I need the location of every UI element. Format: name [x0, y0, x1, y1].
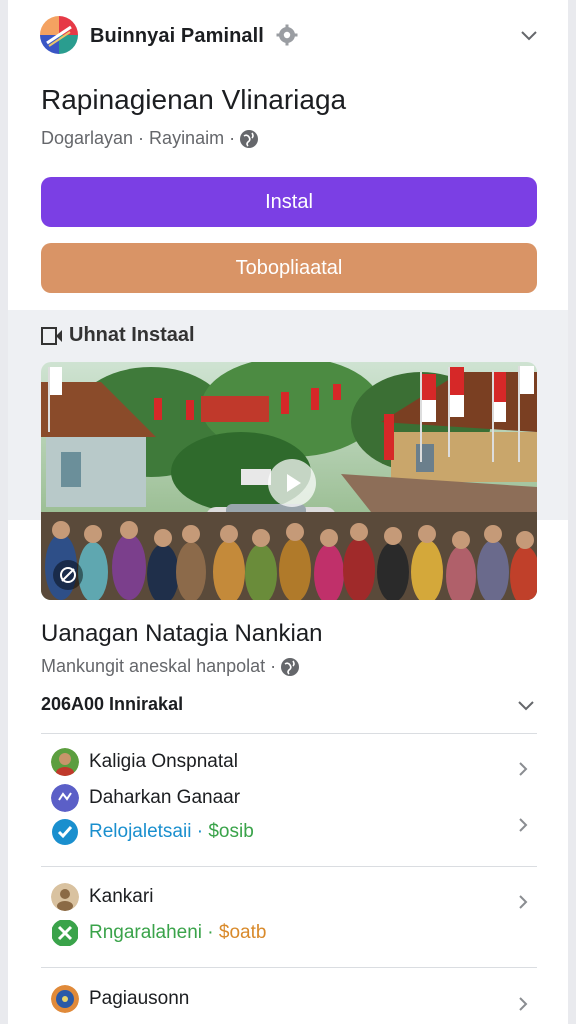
globe-icon	[240, 129, 259, 148]
post-meta-text: Mankungit aneskal hanpolat ·	[41, 656, 277, 676]
post-meta: Mankungit aneskal hanpolat ·	[41, 656, 300, 677]
list-item[interactable]: Kaligia Onspnatal Daharkan Ganaar Reloja…	[41, 745, 537, 855]
chevron-right-icon[interactable]	[513, 892, 533, 912]
page-subtitle: Dogarlayan · Rayinaim ·	[41, 128, 259, 149]
video-player[interactable]	[41, 362, 537, 600]
list-item[interactable]: Kankari Rngaralaheni · $oatb	[41, 880, 537, 956]
list-line-text: Kankari	[89, 886, 154, 907]
divider	[41, 967, 537, 968]
section-heading: Uhnat Instaal	[41, 324, 195, 347]
list-line: Kankari	[51, 882, 153, 912]
status-text: Rngaralaheni	[89, 922, 203, 943]
list-line: Rngaralaheni · $oatb	[51, 918, 266, 948]
chevron-right-icon[interactable]	[513, 759, 533, 779]
subtitle-text: Dogarlayan · Rayinaim ·	[41, 128, 236, 148]
section-label: Uhnat Instaal	[69, 324, 195, 346]
list-line: Kaligia Onspnatal	[51, 747, 238, 777]
separator: ·	[202, 922, 219, 943]
list-line-text: Daharkan Ganaar	[89, 787, 241, 808]
avatar-beige-icon	[51, 883, 79, 911]
avatar-blue-icon	[51, 784, 79, 812]
header: Buinnyai Paminall Rapinagienan Vlinariag…	[8, 0, 568, 310]
separator: ·	[191, 821, 209, 842]
chevron-right-icon[interactable]	[513, 994, 533, 1014]
app-name[interactable]: Buinnyai Paminall	[90, 25, 264, 48]
list-line-text: Kaligia Onspnatal	[89, 751, 238, 772]
sound-icon	[60, 567, 76, 583]
x-icon	[52, 920, 78, 946]
gear-badge-icon	[276, 24, 298, 46]
divider	[41, 866, 537, 867]
list-line-text: Pagiausonn	[89, 988, 190, 1009]
status-text: Relojaletsaii	[89, 821, 192, 842]
app-card: Buinnyai Paminall Rapinagienan Vlinariag…	[8, 0, 568, 1024]
price: $oatb	[218, 922, 267, 943]
media-frame-icon	[41, 326, 62, 345]
avatar-photo-icon	[51, 748, 79, 776]
check-icon	[52, 819, 78, 845]
play-button[interactable]	[268, 459, 316, 507]
chevron-down-icon[interactable]	[518, 24, 540, 46]
price: $osib	[208, 821, 254, 842]
chevron-right-icon[interactable]	[513, 815, 533, 835]
install-button[interactable]: Instal	[41, 177, 537, 227]
install-count: 206A00 Innirakal	[41, 694, 184, 714]
list-line-text: Relojaletsaii · $osib	[89, 821, 254, 843]
globe-icon	[281, 657, 300, 676]
divider	[41, 733, 537, 734]
list-line-text: Rngaralaheni · $oatb	[89, 922, 266, 944]
count-row[interactable]: 206A00 Innirakal	[41, 694, 537, 718]
play-icon	[287, 474, 301, 492]
list-item[interactable]: Pagiausonn	[41, 982, 537, 1024]
page-title: Rapinagienan Vlinariaga	[41, 84, 347, 115]
list-line: Pagiausonn	[51, 984, 189, 1014]
list-line: Daharkan Ganaar	[51, 783, 240, 813]
chevron-down-icon[interactable]	[515, 694, 537, 716]
post-title: Uanagan Natagia Nankian	[41, 620, 323, 647]
avatar-blue-orange-icon	[51, 985, 79, 1013]
secondary-install-button[interactable]: Tobopliaatal	[41, 243, 537, 293]
app-logo-icon	[40, 16, 78, 54]
mute-button[interactable]	[53, 560, 83, 590]
list-line: Relojaletsaii · $osib	[51, 817, 254, 847]
